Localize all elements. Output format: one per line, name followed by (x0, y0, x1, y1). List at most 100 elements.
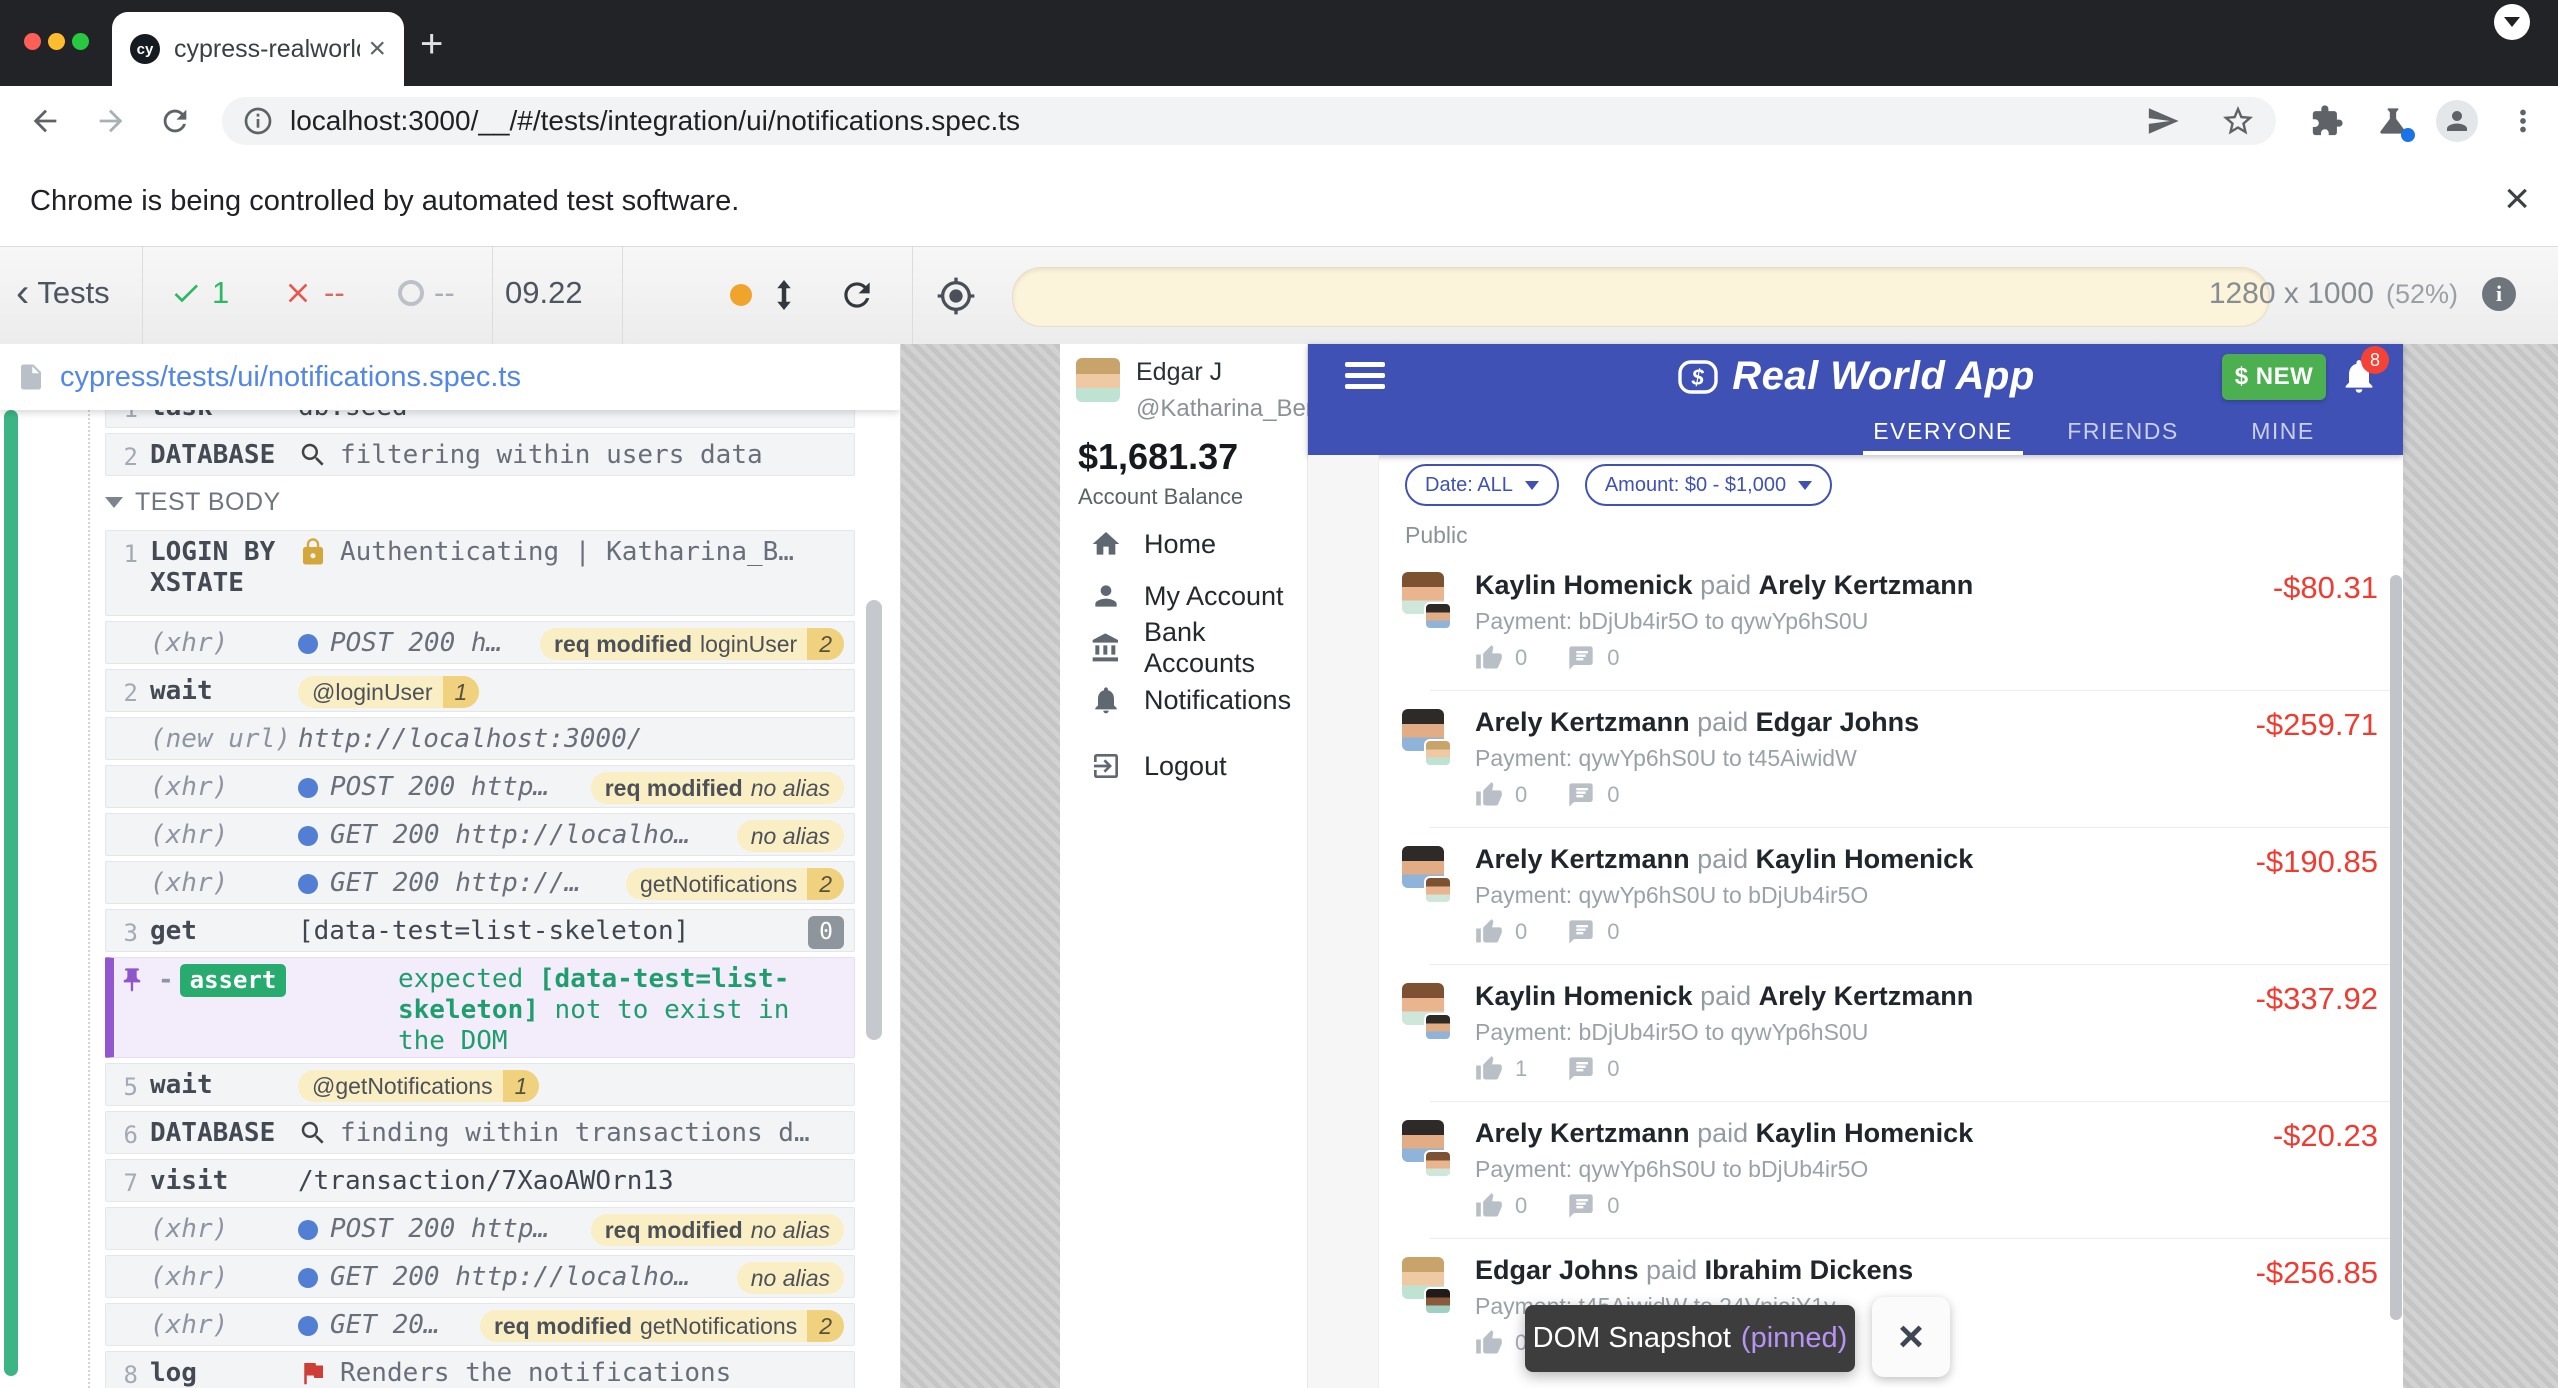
browser-menu-kebab-icon[interactable] (2506, 104, 2540, 138)
transaction-item[interactable]: Arely Kertzmann paid Edgar JohnsPayment:… (1390, 699, 2390, 836)
command-row[interactable]: 8logRenders the notifications (105, 1351, 855, 1388)
command-row[interactable]: (xhr)POST 200 h…req modifiedloginUser2 (105, 621, 855, 664)
alias-count-badge: 2 (807, 1310, 844, 1342)
command-row-assert[interactable]: -assertexpected [data-test=list-skeleton… (105, 957, 855, 1058)
comment-icon[interactable] (1567, 1055, 1595, 1083)
sidebar-item-logout[interactable]: Logout (1060, 740, 1307, 792)
selector-playground-icon[interactable] (936, 276, 976, 316)
browser-update-icon[interactable] (2494, 4, 2530, 40)
passed-stat[interactable]: 1 (170, 275, 229, 311)
command-row[interactable]: (xhr)GET 20…req modifiedgetNotifications… (105, 1303, 855, 1346)
pending-stat[interactable]: -- (398, 275, 455, 311)
alias-count-badge: 1 (443, 676, 480, 708)
like-thumb-icon[interactable] (1475, 1055, 1503, 1083)
tab-mine[interactable]: MINE (2213, 418, 2353, 445)
comment-icon[interactable] (1567, 644, 1595, 672)
command-row[interactable]: 3get[data-test=list-skeleton]0 (105, 909, 855, 952)
command-row[interactable]: (xhr)GET 200 http://localho…no alias (105, 1255, 855, 1298)
comment-icon[interactable] (1567, 781, 1595, 809)
transaction-item[interactable]: Kaylin Homenick paid Arely KertzmannPaym… (1390, 562, 2390, 699)
tab-close-icon[interactable]: × (368, 32, 386, 66)
comment-icon[interactable] (1567, 1192, 1595, 1220)
command-row[interactable]: (new url)http://localhost:3000/ (105, 717, 855, 760)
command-number (106, 628, 138, 630)
snapshot-unpin-button[interactable]: × (1872, 1297, 1950, 1377)
forward-icon[interactable] (94, 104, 128, 138)
command-row[interactable]: (xhr)POST 200 http…req modifiedno alias (105, 1207, 855, 1250)
transaction-detail: Payment: qywYp6hS0U to bDjUb4ir5O (1475, 882, 1868, 909)
reload-icon[interactable] (158, 104, 192, 138)
sidebar-item-bank-accounts[interactable]: Bank Accounts (1060, 622, 1307, 674)
bookmark-star-icon[interactable] (2220, 103, 2256, 139)
sidebar-item-home[interactable]: Home (1060, 518, 1307, 570)
notification-count-badge: 8 (2361, 346, 2389, 374)
minimize-window-button[interactable] (48, 33, 65, 50)
screen: cy cypress-realworld-app × + localhost:3… (0, 0, 2558, 1388)
sidebar-item-label: My Account (1144, 581, 1284, 612)
page-info-icon[interactable] (242, 105, 274, 137)
back-to-tests-link[interactable]: ‹ Tests (16, 273, 110, 313)
command-row[interactable]: (xhr)GET 200 http://…getNotifications2 (105, 861, 855, 904)
automation-banner-text: Chrome is being controlled by automated … (30, 185, 739, 218)
like-thumb-icon[interactable] (1475, 1329, 1503, 1357)
sidebar-item-notifications[interactable]: Notifications (1060, 674, 1307, 726)
sender-name: Arely Kertzmann (1475, 707, 1690, 737)
command-row[interactable]: (xhr)GET 200 http://localho…no alias (105, 813, 855, 856)
command-number (106, 820, 138, 822)
like-thumb-icon[interactable] (1475, 918, 1503, 946)
command-row[interactable]: 5wait@getNotifications1 (105, 1063, 855, 1106)
feed-tabs: EVERYONE FRIENDS MINE (1308, 418, 2403, 455)
failed-stat[interactable]: -- (282, 275, 345, 311)
transaction-avatars (1402, 709, 1472, 779)
command-row[interactable]: 2wait@loginUser1 (105, 669, 855, 712)
back-icon[interactable] (28, 104, 62, 138)
spec-path-link[interactable]: cypress/tests/ui/notifications.spec.ts (60, 361, 521, 394)
filter-chips: Date: ALL Amount: $0 - $1,000 (1405, 464, 1832, 506)
assert-chip: assert (180, 964, 287, 997)
tab-everyone[interactable]: EVERYONE (1853, 418, 2033, 445)
banner-close-icon[interactable]: × (2504, 174, 2530, 224)
list-scrollbar-thumb[interactable] (2390, 575, 2402, 1320)
alias-badge: req modifiedloginUser2 (540, 628, 844, 660)
test-body-section[interactable]: TEST BODY (105, 486, 855, 518)
browser-tab[interactable]: cy cypress-realworld-app × (112, 12, 404, 86)
command-row[interactable]: 7visit/transaction/7XaoAWOrn13 (105, 1159, 855, 1202)
like-thumb-icon[interactable] (1475, 781, 1503, 809)
auto-scroll-toggle-icon[interactable] (766, 277, 802, 313)
cypress-extension-flask-icon[interactable] (2374, 102, 2412, 140)
transaction-item[interactable]: Arely Kertzmann paid Kaylin HomenickPaym… (1390, 1110, 2390, 1247)
restart-tests-icon[interactable] (838, 276, 876, 314)
extensions-puzzle-icon[interactable] (2310, 104, 2344, 138)
command-indent-line (88, 410, 90, 1388)
transaction-item[interactable]: Kaylin Homenick paid Arely KertzmannPaym… (1390, 973, 2390, 1110)
command-row[interactable]: 1LOGIN BY XSTATEAuthenticating | Kathari… (105, 530, 855, 616)
like-thumb-icon[interactable] (1475, 1192, 1503, 1220)
runner-url-bar[interactable] (1012, 267, 2270, 327)
command-row[interactable]: (xhr)POST 200 http…req modifiedno alias (105, 765, 855, 808)
sidebar-item-my-account[interactable]: My Account (1060, 570, 1307, 622)
new-transaction-button[interactable]: $ NEW (2222, 354, 2326, 400)
tab-friends[interactable]: FRIENDS (2043, 418, 2203, 445)
transaction-item[interactable]: Arely Kertzmann paid Kaylin HomenickPaym… (1390, 836, 2390, 973)
new-tab-button[interactable]: + (420, 30, 443, 58)
address-bar[interactable]: localhost:3000/__/#/tests/integration/ui… (222, 97, 2276, 145)
command-row[interactable]: 6DATABASEfinding within transactions d… (105, 1111, 855, 1154)
command-number: 2 (106, 676, 138, 709)
date-filter-chip[interactable]: Date: ALL (1405, 464, 1559, 506)
browser-profile-avatar[interactable] (2436, 100, 2478, 142)
like-thumb-icon[interactable] (1475, 644, 1503, 672)
reporter-scrollbar-thumb[interactable] (866, 600, 882, 1040)
command-row[interactable]: 2DATABASEfiltering within users data (105, 433, 855, 476)
svg-text:$: $ (1691, 365, 1705, 390)
send-icon[interactable] (2146, 104, 2180, 138)
url-text[interactable]: localhost:3000/__/#/tests/integration/ui… (290, 105, 2146, 137)
user-avatar (1076, 358, 1120, 402)
amount-filter-chip[interactable]: Amount: $0 - $1,000 (1585, 464, 1832, 506)
command-log-rows: 1taskdb:seed2DATABASEfiltering within us… (105, 385, 855, 1388)
maximize-window-button[interactable] (72, 33, 89, 50)
close-window-button[interactable] (24, 33, 41, 50)
viewport-info-icon[interactable]: i (2482, 277, 2516, 311)
receiver-name: Kaylin Homenick (1756, 844, 1974, 874)
comment-icon[interactable] (1567, 918, 1595, 946)
command-message: expected [data-test=list-skeleton] not t… (398, 964, 844, 1057)
